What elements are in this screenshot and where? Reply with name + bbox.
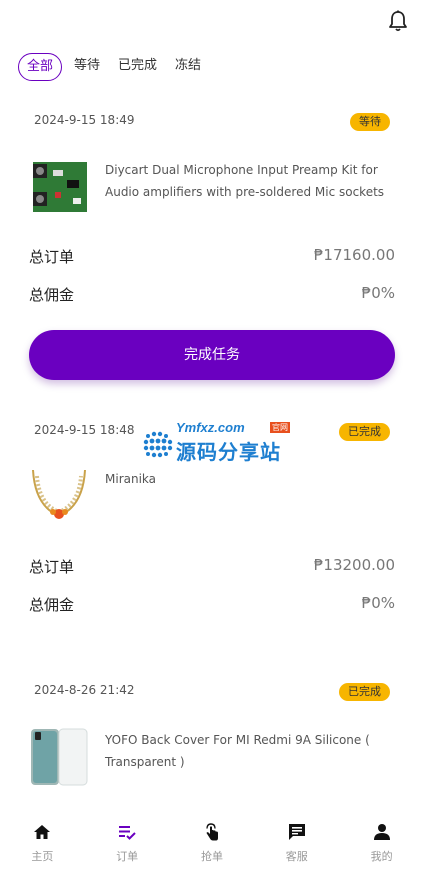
- commission-row: 总佣金 ₱0%: [29, 284, 395, 308]
- status-badge: 已完成: [339, 423, 390, 441]
- customer-service-icon: [288, 824, 305, 840]
- order-date: 2024-9-15 18:49: [34, 113, 135, 127]
- product-image: [29, 158, 89, 216]
- orders-icon: [119, 826, 136, 840]
- tab-all[interactable]: 全部: [18, 53, 63, 81]
- status-badge: 已完成: [339, 683, 390, 701]
- tab-completed[interactable]: 已完成: [118, 53, 157, 81]
- nav-label: 客服: [285, 850, 308, 863]
- nav-orders[interactable]: 订单: [85, 814, 170, 878]
- order-date: 2024-8-26 21:42: [34, 683, 135, 697]
- order-date: 2024-9-15 18:48: [34, 423, 135, 437]
- total-order-row: 总订单 ₱13200.00: [29, 556, 395, 580]
- complete-task-button[interactable]: 完成任务: [29, 330, 395, 380]
- commission-label: 总佣金: [29, 596, 75, 614]
- total-order-value: ₱13200.00: [313, 556, 395, 574]
- status-tabs: 全部 等待 已完成 冻结: [18, 52, 219, 82]
- product-name: Miranika: [105, 472, 157, 486]
- tab-waiting[interactable]: 等待: [74, 53, 100, 81]
- home-icon: [34, 825, 51, 839]
- product-name: Diycart Dual Microphone Input Preamp Kit…: [105, 163, 385, 199]
- status-badge: 等待: [350, 113, 390, 131]
- nav-label: 主页: [31, 850, 54, 863]
- total-order-value: ₱17160.00: [313, 246, 395, 264]
- tab-frozen[interactable]: 冻结: [175, 53, 201, 81]
- nav-label: 我的: [370, 850, 393, 863]
- bell-icon[interactable]: [388, 10, 408, 32]
- total-order-row: 总订单 ₱17160.00: [29, 246, 395, 270]
- nav-grab-order[interactable]: 抢单: [170, 814, 255, 878]
- total-order-label: 总订单: [29, 558, 75, 576]
- product-name: YOFO Back Cover For MI Redmi 9A Silicone…: [105, 733, 370, 769]
- commission-value: ₱0%: [361, 284, 395, 302]
- product-image: [29, 466, 89, 524]
- profile-icon: [373, 824, 390, 840]
- bottom-nav: 主页 订单 抢单 客服 我的: [0, 814, 424, 878]
- nav-label: 订单: [116, 850, 139, 863]
- nav-customer-service[interactable]: 客服: [254, 814, 339, 878]
- nav-label: 抢单: [200, 850, 223, 863]
- watermark-tag: 官网: [270, 422, 290, 433]
- nav-profile[interactable]: 我的: [339, 814, 424, 878]
- product-image: [29, 728, 89, 786]
- commission-label: 总佣金: [29, 286, 75, 304]
- total-order-label: 总订单: [29, 248, 75, 266]
- top-bar: [0, 0, 424, 44]
- nav-home[interactable]: 主页: [0, 814, 85, 878]
- watermark-site: Ymfxz.com: [176, 420, 245, 435]
- grab-order-icon: [206, 823, 218, 841]
- commission-row: 总佣金 ₱0%: [29, 594, 395, 618]
- commission-value: ₱0%: [361, 594, 395, 612]
- watermark-title: 源码分享站: [176, 440, 281, 464]
- watermark-logo: Ymfxz.com 官网 源码分享站: [142, 420, 292, 464]
